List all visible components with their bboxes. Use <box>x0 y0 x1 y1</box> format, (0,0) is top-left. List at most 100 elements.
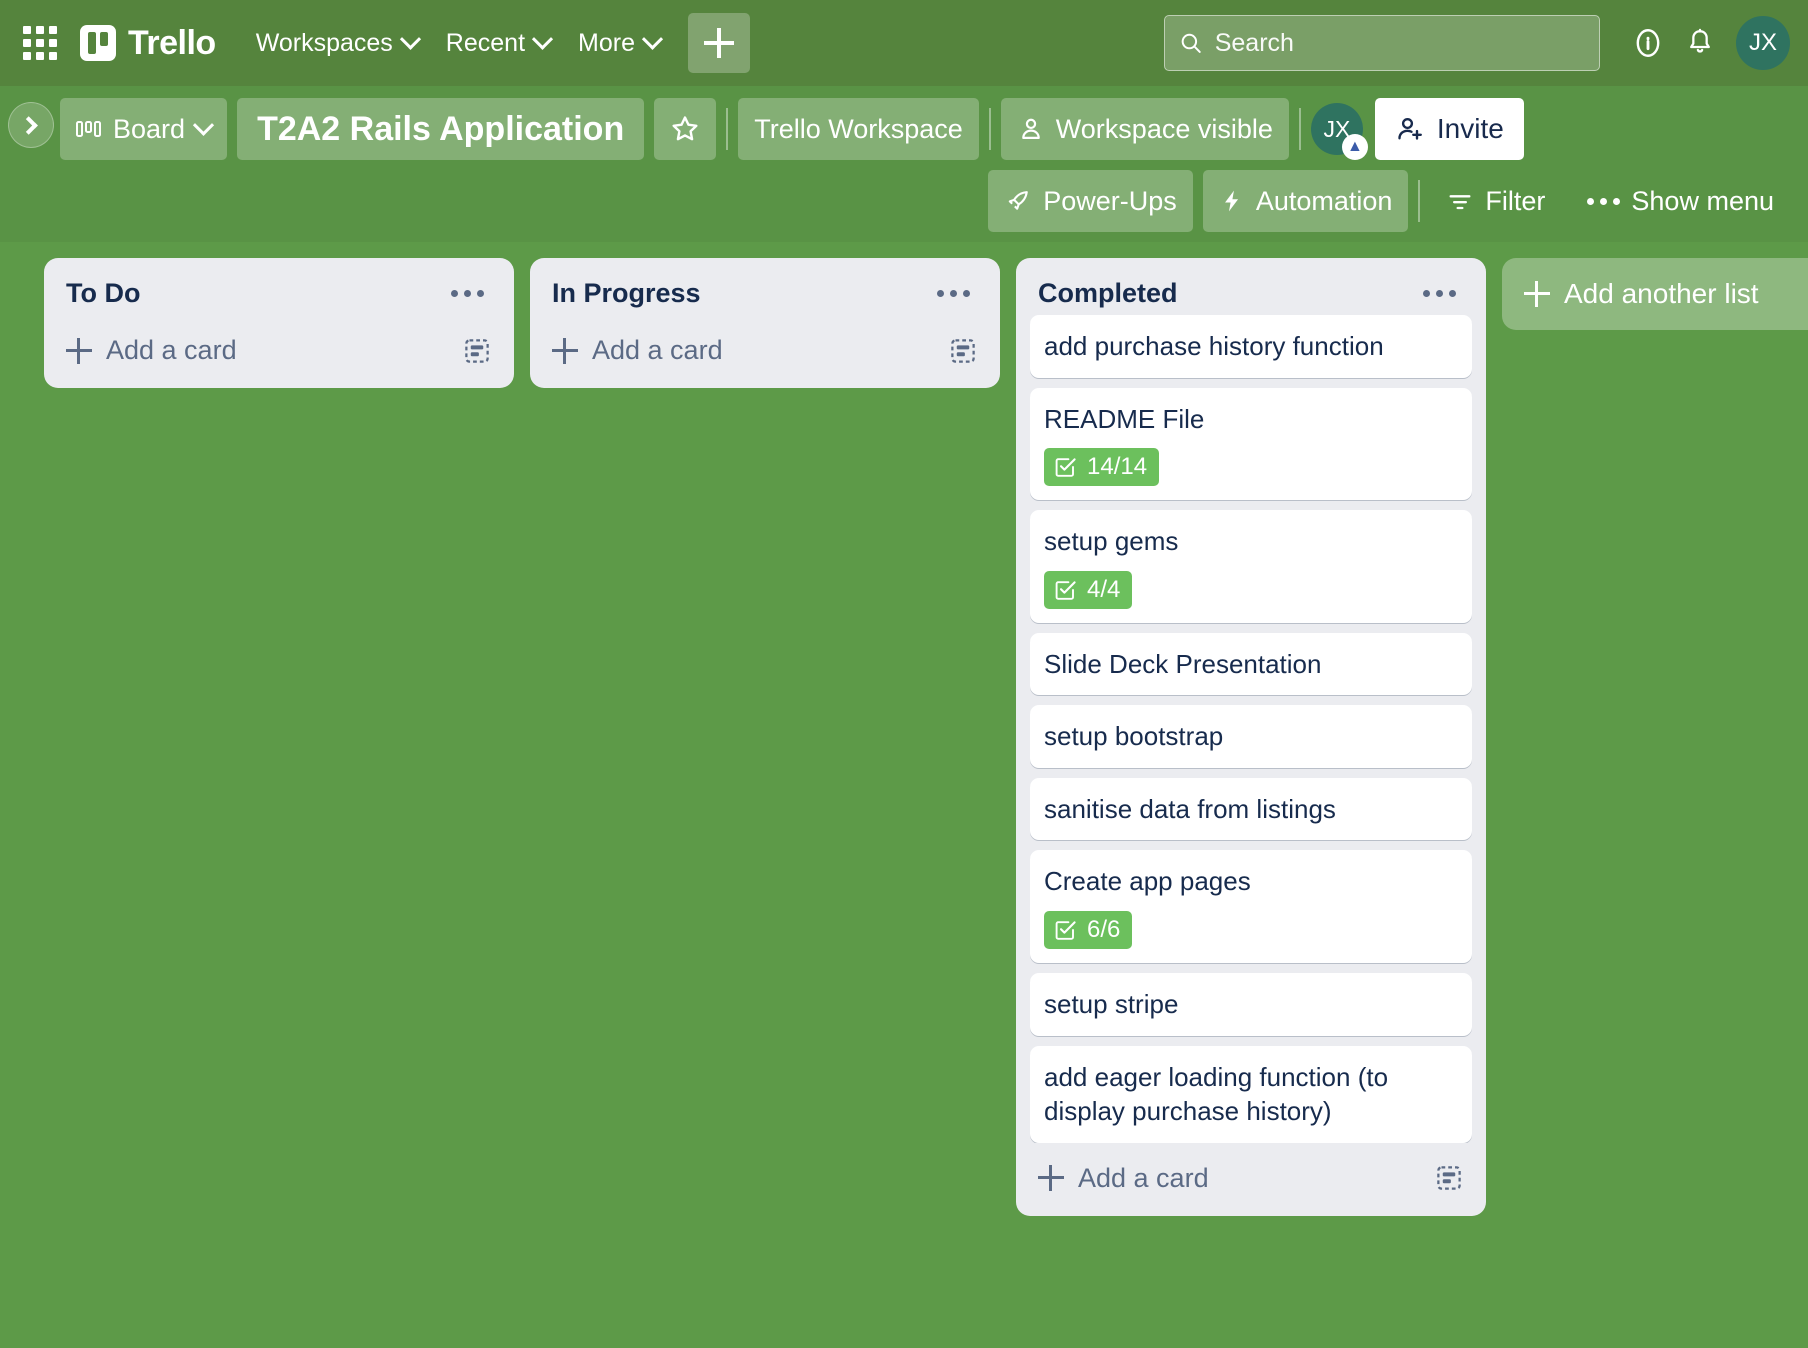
card[interactable]: setup gems 4/4 <box>1030 510 1472 623</box>
card[interactable]: Create app pages 6/6 <box>1030 850 1472 964</box>
power-ups-button[interactable]: Power-Ups <box>988 170 1193 232</box>
list-to-do: To Do Add a card <box>44 258 514 388</box>
plus-icon <box>1038 1165 1064 1192</box>
list-title[interactable]: In Progress <box>552 278 701 309</box>
card-template-icon[interactable] <box>1434 1163 1464 1193</box>
chevron-down-icon <box>641 28 664 50</box>
trello-home-link[interactable]: Trello <box>72 19 228 67</box>
info-button[interactable] <box>1622 17 1674 69</box>
card[interactable]: Slide Deck Presentation <box>1030 632 1472 696</box>
nav-menu-recent-label: Recent <box>445 28 526 57</box>
add-card-label: Add a card <box>106 335 237 365</box>
automation-button[interactable]: Automation <box>1202 170 1409 232</box>
card-template-icon[interactable] <box>948 336 978 366</box>
add-card-button[interactable]: Add a card <box>1026 1147 1476 1208</box>
workspace-name-label: Trello Workspace <box>754 113 963 144</box>
sidebar-expand-button[interactable] <box>8 102 54 148</box>
board-view-switcher-label: Board <box>113 113 186 144</box>
top-navigation-bar: Trello Workspaces Recent More Search JX <box>0 0 1808 86</box>
show-menu-button[interactable]: Show menu <box>1571 170 1790 232</box>
nav-menu-workspaces[interactable]: Workspaces <box>242 19 432 67</box>
add-another-list-label: Add another list <box>1564 278 1759 309</box>
header-divider <box>988 108 991 150</box>
checklist-badge-count: 14/14 <box>1087 453 1148 481</box>
card-title: add purchase history function <box>1044 331 1384 361</box>
card-badges: 6/6 <box>1044 911 1458 950</box>
filter-button[interactable]: Filter <box>1430 170 1561 232</box>
plus-icon <box>552 337 578 364</box>
bell-icon <box>1690 28 1710 53</box>
chevron-right-icon <box>18 115 38 135</box>
automation-label: Automation <box>1255 185 1393 216</box>
header-divider <box>1418 180 1421 222</box>
search-icon <box>1181 33 1201 53</box>
nav-menu-recent[interactable]: Recent <box>432 19 564 67</box>
invite-button[interactable]: Invite <box>1374 98 1524 160</box>
chevron-down-icon <box>399 28 421 50</box>
person-add-icon <box>1398 117 1422 140</box>
list-in-progress: In Progress Add a card <box>530 258 1000 388</box>
user-avatar[interactable]: JX <box>1736 16 1790 70</box>
list-header: In Progress <box>540 270 990 315</box>
list-actions-button[interactable] <box>443 280 492 307</box>
board-header: Board T2A2 Rails Application Trello Work… <box>0 86 1808 242</box>
list-actions-button[interactable] <box>929 280 978 307</box>
invite-label: Invite <box>1436 113 1504 144</box>
card[interactable]: add eager loading function (to display p… <box>1030 1045 1472 1143</box>
board-member-avatar[interactable]: JX ▲ <box>1310 103 1368 160</box>
info-circle-icon <box>1636 29 1660 57</box>
board-canvas: To Do Add a card In Progress Add a card … <box>0 242 1808 1344</box>
filter-label: Filter <box>1485 185 1546 216</box>
card-title: Create app pages <box>1044 866 1251 897</box>
filter-icon <box>1449 195 1471 210</box>
list-title[interactable]: Completed <box>1038 278 1178 309</box>
search-box[interactable] <box>1164 15 1600 71</box>
star-board-button[interactable] <box>654 98 717 160</box>
plus-icon <box>1524 281 1550 307</box>
search-input[interactable] <box>1214 28 1585 58</box>
ellipsis-icon <box>1587 197 1621 205</box>
list-actions-button[interactable] <box>1415 280 1464 307</box>
card-title: sanitise data from listings <box>1044 793 1336 824</box>
list-header: Completed <box>1026 270 1476 315</box>
board-view-icon <box>76 121 101 137</box>
checkbox-checked-icon <box>1055 458 1076 477</box>
card-title: README File <box>1044 403 1205 434</box>
chevron-down-icon <box>192 114 215 136</box>
board-view-switcher[interactable]: Board <box>60 98 228 160</box>
checkbox-checked-icon <box>1055 580 1076 600</box>
create-button[interactable] <box>687 13 750 73</box>
card[interactable]: setup bootstrap <box>1030 705 1472 768</box>
add-card-button[interactable]: Add a card <box>540 319 990 380</box>
notifications-button[interactable] <box>1674 17 1726 69</box>
person-icon <box>1021 118 1040 139</box>
list-title[interactable]: To Do <box>66 278 140 309</box>
add-another-list-button[interactable]: Add another list <box>1502 258 1808 330</box>
card-template-icon[interactable] <box>462 336 492 366</box>
board-header-row-secondary: Power-Ups Automation Filter Show menu <box>60 170 1790 232</box>
chevron-down-icon <box>531 28 554 50</box>
header-divider <box>726 108 729 150</box>
card-badges: 14/14 <box>1044 448 1458 487</box>
checklist-badge: 6/6 <box>1044 911 1133 950</box>
star-icon <box>672 116 698 141</box>
card-title: setup gems <box>1044 526 1179 557</box>
card[interactable]: sanitise data from listings <box>1030 777 1472 841</box>
show-menu-label: Show menu <box>1631 185 1774 216</box>
card-badges: 4/4 <box>1044 570 1458 609</box>
card-container[interactable]: add purchase history function README File… <box>1026 315 1476 1143</box>
board-visibility-button[interactable]: Workspace visible <box>1000 98 1289 160</box>
list-header: To Do <box>54 270 504 315</box>
board-title[interactable]: T2A2 Rails Application <box>237 98 645 160</box>
add-card-button[interactable]: Add a card <box>54 319 504 380</box>
brand-name: Trello <box>128 24 216 62</box>
apps-grid-icon[interactable] <box>18 21 62 65</box>
workspace-name-button[interactable]: Trello Workspace <box>738 98 979 160</box>
nav-menu-workspaces-label: Workspaces <box>255 28 393 57</box>
rocket-icon <box>1009 191 1029 210</box>
card[interactable]: setup stripe <box>1030 973 1472 1036</box>
card[interactable]: add purchase history function <box>1030 315 1472 378</box>
power-ups-label: Power-Ups <box>1043 185 1177 216</box>
nav-menu-more[interactable]: More <box>564 19 674 67</box>
card[interactable]: README File 14/14 <box>1030 387 1472 501</box>
